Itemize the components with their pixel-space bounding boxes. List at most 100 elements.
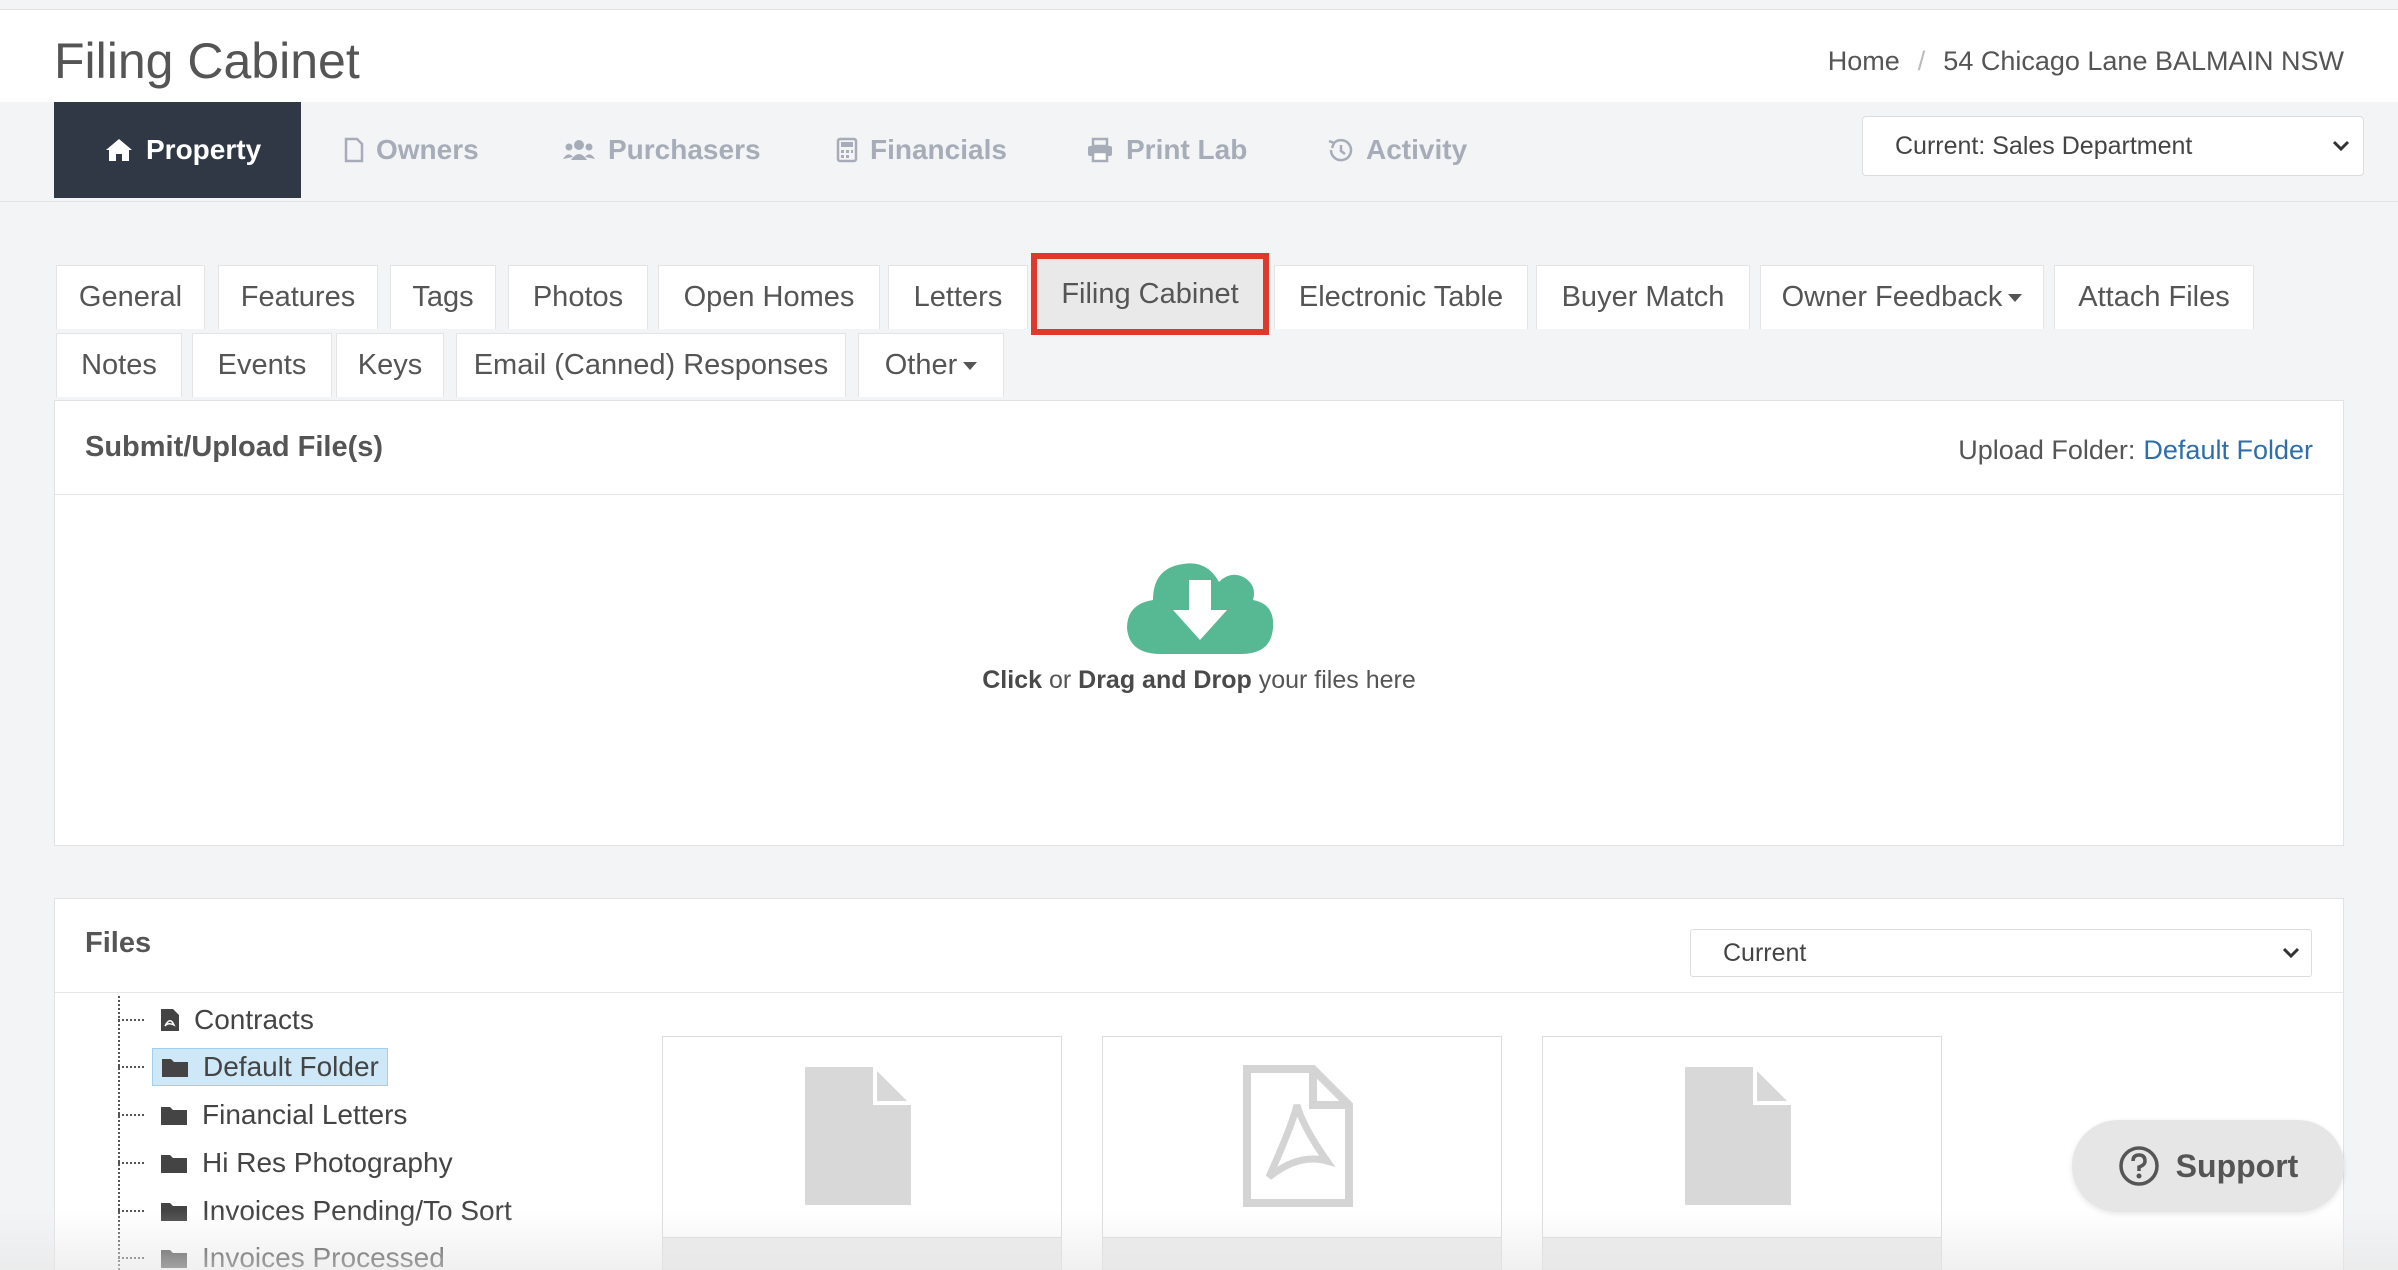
cloud-download-icon [1127,563,1274,654]
caret-down-icon [963,361,978,370]
page-header: Filing Cabinet Home / 54 Chicago Lane BA… [0,10,2398,102]
department-select[interactable]: Current: Sales Department [1862,116,2364,176]
folder-icon [161,1155,187,1173]
tree-item-label-wrap: Hi Res Photography [152,1145,461,1181]
tree-item-hi-res-photography[interactable]: Hi Res Photography [118,1141,461,1185]
nav-activity[interactable]: Activity [1326,102,1467,198]
tab-open-homes-label: Open Homes [683,281,855,313]
history-icon [1328,138,1353,162]
breadcrumb-current: 54 Chicago Lane BALMAIN NSW [1943,46,2344,76]
tree-branch [118,1210,144,1212]
tab-open-homes[interactable]: Open Homes [658,265,880,329]
department-select-value: Current: Sales Department [1895,131,2193,160]
tree-item-invoices-processed[interactable]: Invoices Processed [118,1236,453,1270]
tab-events-label: Events [217,349,307,381]
calculator-icon [836,137,858,163]
tab-tags-label: Tags [412,281,474,313]
tree-item-financial-letters[interactable]: Financial Letters [118,1093,415,1137]
files-filter-value: Current [1723,938,1807,967]
tab-notes[interactable]: Notes [56,333,182,397]
upload-folder: Upload Folder: Default Folder [1958,435,2313,466]
tree-item-default-folder[interactable]: Default Folder [118,1045,388,1089]
nav-financials-label: Financials [870,134,1007,165]
nav-financials[interactable]: Financials [836,102,1007,198]
tab-electronic-table-label: Electronic Table [1298,281,1504,313]
tree-item-label: Invoices Processed [202,1242,445,1270]
tab-photos[interactable]: Photos [508,265,648,329]
file-card[interactable] [1102,1036,1502,1270]
file-card-caption [663,1237,1061,1270]
tree-branch [118,1162,144,1164]
tree-item-label: Invoices Pending/To Sort [202,1195,512,1226]
folder-icon [161,1250,187,1268]
top-strip [0,0,2398,10]
file-icon [1685,1067,1791,1205]
upload-folder-link[interactable]: Default Folder [2143,435,2313,465]
tab-features-label: Features [240,281,356,313]
tree-item-label-wrap: Invoices Processed [152,1240,453,1270]
tab-email-canned-responses-label: Email (Canned) Responses [473,349,829,381]
nav-owners[interactable]: Owners [344,102,479,198]
tab-filing-cabinet[interactable]: Filing Cabinet [1031,253,1269,335]
tab-attach-files-label: Attach Files [2078,281,2230,313]
nav-print-lab[interactable]: Print Lab [1086,102,1247,198]
upload-folder-label: Upload Folder: [1958,435,2136,465]
support-label: Support [2175,1147,2299,1184]
page-title: Filing Cabinet [54,33,360,89]
tab-features[interactable]: Features [218,265,378,329]
tree-branch [118,1019,144,1021]
tab-general-label: General [78,281,183,313]
tab-letters[interactable]: Letters [888,265,1028,329]
tree-branch [118,1066,144,1068]
nav-owners-label: Owners [376,134,479,165]
tab-owner-feedback-label: Owner Feedback [1781,281,2003,313]
files-filter-select[interactable]: Current [1690,929,2312,977]
dropzone-drag-text: Drag and Drop [1078,666,1252,694]
nav-property[interactable]: Property [54,102,302,198]
tab-keys-label: Keys [357,349,423,381]
tree-item-contracts[interactable]: Contracts [118,998,322,1042]
tree-branch [118,1114,144,1116]
chevron-down-icon [2282,947,2300,959]
support-button[interactable]: Support [2072,1120,2344,1212]
file-icon [805,1067,911,1205]
nav-purchasers-label: Purchasers [608,134,761,165]
tab-attach-files[interactable]: Attach Files [2054,265,2254,329]
tree-item-label-wrap: Default Folder [152,1048,388,1086]
file-card[interactable] [1542,1036,1942,1270]
tree-item-label: Financial Letters [202,1099,408,1130]
tab-electronic-table[interactable]: Electronic Table [1274,265,1528,329]
nav-purchasers[interactable]: Purchasers [562,102,761,198]
tab-events[interactable]: Events [192,333,332,397]
tree-item-label: Hi Res Photography [202,1147,453,1178]
breadcrumb-separator: / [1917,46,1926,76]
tab-general[interactable]: General [56,265,205,329]
tab-notes-label: Notes [81,349,157,381]
file-card[interactable] [662,1036,1062,1270]
upload-panel-header: Submit/Upload File(s) Upload Folder: Defa… [55,401,2343,495]
tree-item-label: Default Folder [203,1051,379,1082]
tree-item-label-wrap: Invoices Pending/To Sort [152,1193,520,1229]
file-card-caption [1103,1237,1501,1270]
tree-item-invoices-pending[interactable]: Invoices Pending/To Sort [118,1189,520,1233]
tab-keys[interactable]: Keys [336,333,444,397]
tab-owner-feedback[interactable]: Owner Feedback [1760,265,2044,329]
tab-email-canned-responses[interactable]: Email (Canned) Responses [456,333,846,397]
chevron-down-icon [2332,140,2350,152]
pdf-file-icon [161,1009,179,1031]
tree-item-label-wrap: Contracts [152,1002,322,1038]
pdf-file-icon [1243,1065,1353,1207]
tab-buyer-match-label: Buyer Match [1561,281,1725,313]
dropzone-instructions: Click or Drag and Drop your files here [0,666,2398,695]
tab-tags[interactable]: Tags [390,265,496,329]
tree-item-label-wrap: Financial Letters [152,1097,415,1133]
breadcrumb-home-link[interactable]: Home [1828,46,1900,77]
help-circle-icon [2118,1146,2159,1186]
folder-icon [161,1203,187,1221]
tab-filing-cabinet-label: Filing Cabinet [1061,278,1239,310]
nav-print-lab-label: Print Lab [1126,134,1248,165]
tab-other[interactable]: Other [858,333,1004,397]
dropzone-rest-text: your files here [1251,666,1416,694]
nav-property-label: Property [146,134,262,165]
tab-buyer-match[interactable]: Buyer Match [1536,265,1750,329]
